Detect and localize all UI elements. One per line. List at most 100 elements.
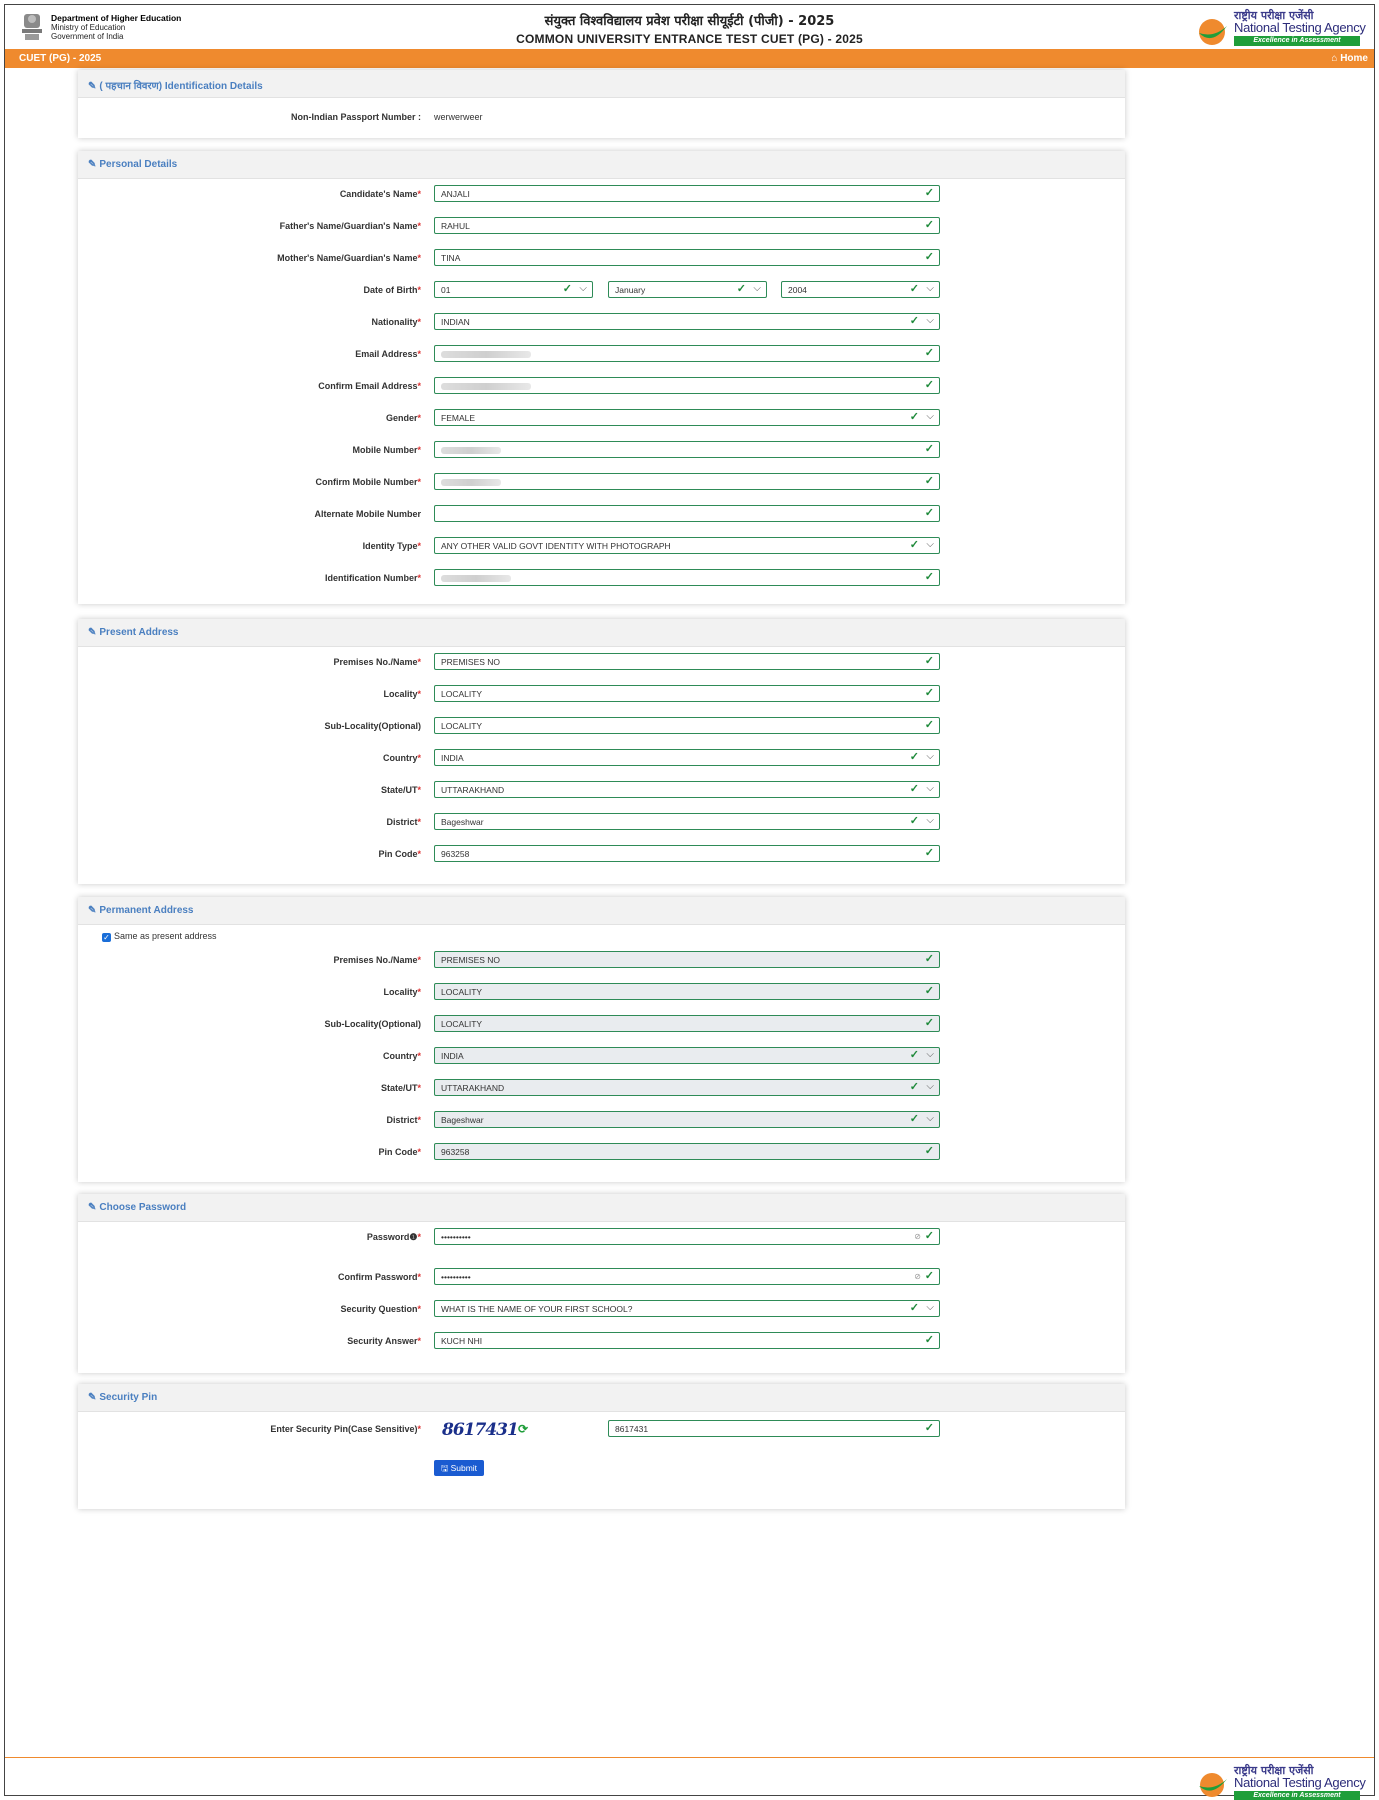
security-answer-input[interactable]: KUCH NHI ✓ bbox=[434, 1332, 940, 1349]
email-input[interactable]: ✓ bbox=[434, 345, 940, 362]
district-value: Bageshwar bbox=[441, 1115, 484, 1125]
perm-state-row: State/UT* UTTARAKHAND ✓ ⌵ bbox=[78, 1079, 1125, 1097]
check-icon: ✓ bbox=[924, 847, 934, 859]
present-sublocality-input[interactable]: LOCALITY ✓ bbox=[434, 717, 940, 734]
dob-year-select[interactable]: 2004 ✓ ⌵ bbox=[781, 281, 940, 298]
required-mark: * bbox=[417, 1051, 421, 1061]
eye-slash-icon[interactable]: ⊘ bbox=[914, 1272, 921, 1281]
check-icon: ✓ bbox=[909, 751, 919, 763]
perm-state-select[interactable]: UTTARAKHAND ✓ ⌵ bbox=[434, 1079, 940, 1096]
password-value: •••••••••• bbox=[441, 1232, 471, 1242]
required-mark: * bbox=[417, 477, 421, 487]
gender-select[interactable]: FEMALE ✓ ⌵ bbox=[434, 409, 940, 426]
locality-value: LOCALITY bbox=[441, 689, 483, 699]
security-question-label: Security Question* bbox=[340, 1304, 421, 1314]
dob-year-value: 2004 bbox=[788, 285, 807, 295]
confirm-password-label-text: Confirm Password bbox=[337, 1272, 418, 1282]
perm-locality-input[interactable]: LOCALITY ✓ bbox=[434, 983, 940, 1000]
present-country-select[interactable]: INDIA ✓ ⌵ bbox=[434, 749, 940, 766]
password-label: Password❶* bbox=[367, 1232, 421, 1243]
check-icon: ✓ bbox=[924, 1422, 934, 1434]
mother-name-input[interactable]: TINA ✓ bbox=[434, 249, 940, 266]
chevron-down-icon: ⌵ bbox=[926, 283, 934, 294]
check-icon: ✓ bbox=[924, 687, 934, 699]
pin-label-text: Pin Code bbox=[378, 1147, 418, 1157]
refresh-captcha-icon[interactable]: ⟳ bbox=[518, 1422, 528, 1436]
security-pin-input[interactable]: 8617431 ✓ bbox=[608, 1420, 940, 1437]
id-number-input[interactable]: ✓ bbox=[434, 569, 940, 586]
eye-slash-icon[interactable]: ⊘ bbox=[914, 1232, 921, 1241]
required-mark: * bbox=[417, 657, 421, 667]
security-question-select[interactable]: WHAT IS THE NAME OF YOUR FIRST SCHOOL? ✓ ⌵ bbox=[434, 1300, 940, 1317]
present-state-select[interactable]: UTTARAKHAND ✓ ⌵ bbox=[434, 781, 940, 798]
check-icon: ✓ bbox=[909, 283, 919, 295]
confirm-mobile-label: Confirm Mobile Number* bbox=[315, 477, 421, 487]
dob-month-select[interactable]: January ✓ ⌵ bbox=[608, 281, 767, 298]
present-district-select[interactable]: Bageshwar ✓ ⌵ bbox=[434, 813, 940, 830]
pin-value: 963258 bbox=[441, 1147, 470, 1157]
alt-mobile-label: Alternate Mobile Number bbox=[314, 509, 421, 519]
candidate-name-input[interactable]: ANJALI ✓ bbox=[434, 185, 940, 202]
confirm-mobile-input[interactable]: ✓ bbox=[434, 473, 940, 490]
nationality-label-text: Nationality bbox=[371, 317, 418, 327]
submit-button[interactable]: 🖫 Submit bbox=[434, 1460, 484, 1476]
perm-premises-input[interactable]: PREMISES NO ✓ bbox=[434, 951, 940, 968]
present-premises-input[interactable]: PREMISES NO ✓ bbox=[434, 653, 940, 670]
nationality-select[interactable]: INDIAN ✓ ⌵ bbox=[434, 313, 940, 330]
home-link[interactable]: ⌂ Home bbox=[1331, 53, 1368, 64]
perm-district-row: District* Bageshwar ✓ ⌵ bbox=[78, 1111, 1125, 1129]
district-value: Bageshwar bbox=[441, 817, 484, 827]
required-mark: * bbox=[417, 753, 421, 763]
password-input[interactable]: •••••••••• ⊘ ✓ bbox=[434, 1228, 940, 1245]
title-english: COMMON UNIVERSITY ENTRANCE TEST CUET (PG… bbox=[516, 32, 863, 46]
home-label: Home bbox=[1340, 53, 1368, 64]
confirm-email-row: Confirm Email Address* ✓ bbox=[78, 377, 1125, 395]
footer-nta-logo: राष्ट्रीय परीक्षा एजेंसी National Testin… bbox=[1196, 1763, 1366, 1800]
perm-sublocality-input[interactable]: LOCALITY ✓ bbox=[434, 1015, 940, 1032]
security-answer-label: Security Answer* bbox=[347, 1336, 421, 1346]
dob-day-select[interactable]: 01 ✓ ⌵ bbox=[434, 281, 593, 298]
check-icon: ✓ bbox=[924, 379, 934, 391]
country-value: INDIA bbox=[441, 753, 464, 763]
perm-pin-input[interactable]: 963258 ✓ bbox=[434, 1143, 940, 1160]
father-name-input[interactable]: RAHUL ✓ bbox=[434, 217, 940, 234]
check-icon: ✓ bbox=[736, 283, 746, 295]
chevron-down-icon: ⌵ bbox=[926, 815, 934, 826]
present-locality-input[interactable]: LOCALITY ✓ bbox=[434, 685, 940, 702]
perm-district-select[interactable]: Bageshwar ✓ ⌵ bbox=[434, 1111, 940, 1128]
password-label-text: Password bbox=[366, 1232, 410, 1242]
id-number-label: Identification Number* bbox=[325, 573, 421, 583]
alt-mobile-input[interactable]: ✓ bbox=[434, 505, 940, 522]
check-icon: ✓ bbox=[924, 1145, 934, 1157]
perm-locality-row: Locality* LOCALITY ✓ bbox=[78, 983, 1125, 1001]
card-header: ✎ Present Address bbox=[78, 619, 1125, 647]
present-district-row: District* Bageshwar ✓ ⌵ bbox=[78, 813, 1125, 831]
captcha-image: 8617431 bbox=[442, 1420, 519, 1440]
identity-type-select[interactable]: ANY OTHER VALID GOVT IDENTITY WITH PHOTO… bbox=[434, 537, 940, 554]
check-icon: ✓ bbox=[909, 1049, 919, 1061]
required-mark: * bbox=[417, 1304, 421, 1314]
perm-country-select[interactable]: INDIA ✓ ⌵ bbox=[434, 1047, 940, 1064]
confirm-password-input[interactable]: •••••••••• ⊘ ✓ bbox=[434, 1268, 940, 1285]
confirm-email-input[interactable]: ✓ bbox=[434, 377, 940, 394]
required-mark: * bbox=[417, 987, 421, 997]
same-address-checkbox[interactable]: ✓ Same as present address bbox=[102, 931, 217, 942]
alt-mobile-row: Alternate Mobile Number ✓ bbox=[78, 505, 1125, 523]
sublocality-label: Sub-Locality(Optional) bbox=[324, 721, 422, 731]
check-icon: ✓ bbox=[924, 1270, 934, 1282]
present-locality-row: Locality* LOCALITY ✓ bbox=[78, 685, 1125, 703]
mobile-input[interactable]: ✓ bbox=[434, 441, 940, 458]
chevron-down-icon: ⌵ bbox=[926, 411, 934, 422]
present-pin-input[interactable]: 963258 ✓ bbox=[434, 845, 940, 862]
security-question-label-text: Security Question bbox=[340, 1304, 418, 1314]
chevron-down-icon: ⌵ bbox=[926, 783, 934, 794]
premises-label-text: Premises No./Name bbox=[333, 955, 418, 965]
nta-tagline: Excellence in Assessment bbox=[1234, 36, 1360, 46]
required-mark: * bbox=[417, 317, 421, 327]
present-country-row: Country* INDIA ✓ ⌵ bbox=[78, 749, 1125, 767]
choose-password-card: ✎ Choose Password Password❶* •••••••••• ⊘ ✓… bbox=[78, 1194, 1125, 1373]
nta-tagline: Excellence in Assessment bbox=[1234, 1791, 1360, 1800]
present-pin-row: Pin Code* 963258 ✓ bbox=[78, 845, 1125, 863]
email-label: Email Address* bbox=[355, 349, 421, 359]
chevron-down-icon: ⌵ bbox=[579, 283, 587, 294]
